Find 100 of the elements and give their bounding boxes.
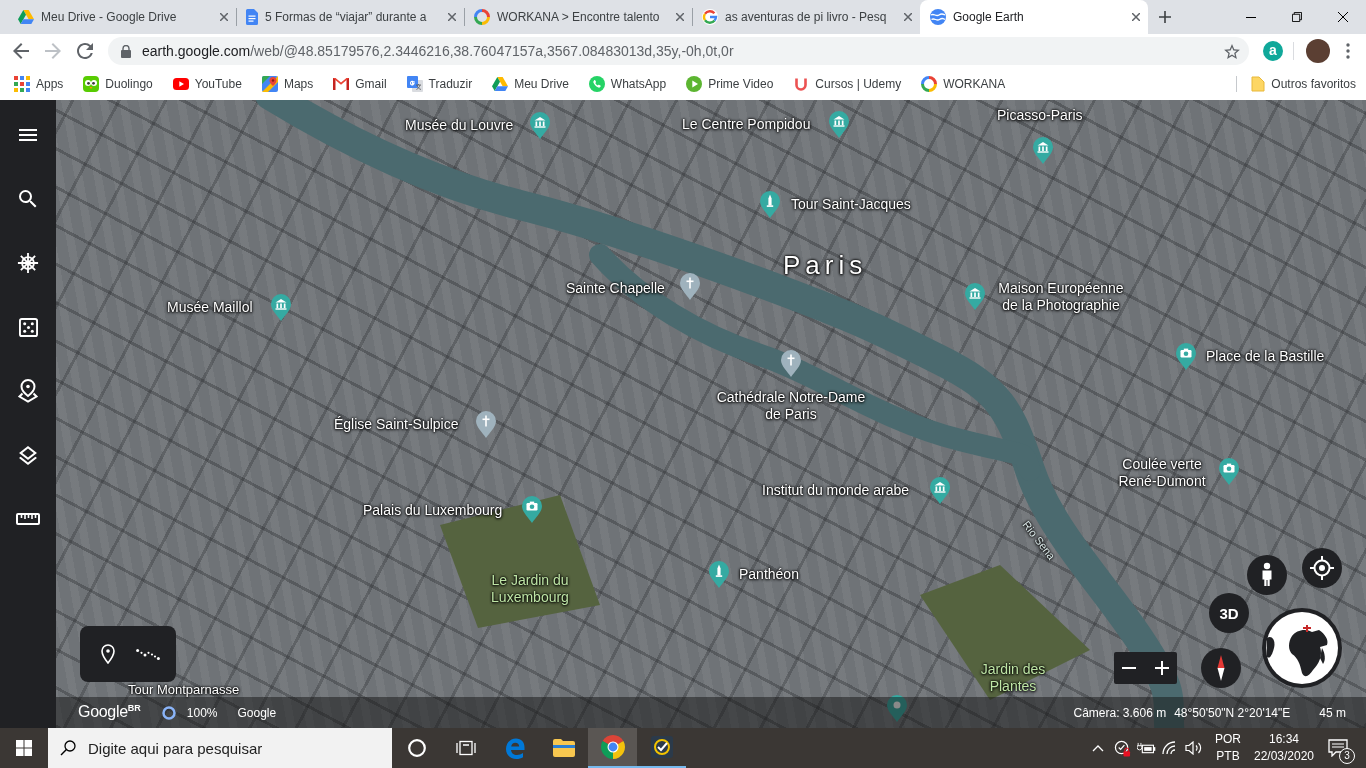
- restore-icon[interactable]: [1292, 12, 1302, 22]
- compass-icon[interactable]: [1201, 648, 1241, 688]
- museum-pin-icon[interactable]: [930, 477, 950, 504]
- data-provider-text[interactable]: Google: [237, 705, 277, 720]
- bookmark-link[interactable]: WhatsApp: [582, 70, 673, 98]
- tricolor-ball-icon[interactable]: [600, 735, 625, 759]
- progress-text: 100%: [186, 705, 218, 720]
- search-icon[interactable]: [19, 190, 37, 208]
- satellite-map-drawing[interactable]: [56, 100, 1366, 728]
- taskbar-search-field[interactable]: Digite aqui para pesquisar: [48, 728, 392, 768]
- menu-icon[interactable]: [19, 129, 37, 141]
- chevron-up-icon[interactable]: [1092, 744, 1104, 752]
- owl-icon: [83, 76, 100, 92]
- windows-logo-icon[interactable]: [16, 740, 32, 756]
- bookmark-link[interactable]: Cursos | Udemy: [787, 70, 908, 98]
- museum-pin-icon[interactable]: [271, 294, 291, 321]
- bookmark-link[interactable]: Prime Video: [680, 70, 780, 98]
- url-text[interactable]: earth.google.com/web/@48.85179576,2.3446216,38.76047157a,3567.08483013d,35y,-0h,0t,0r: [142, 43, 734, 59]
- bookmark-link[interactable]: Duolingo: [77, 70, 159, 98]
- play-circle-icon: [686, 76, 703, 92]
- globe-icon: [930, 9, 946, 25]
- museum-pin-icon[interactable]: [530, 112, 550, 139]
- cross-pin-icon[interactable]: [781, 350, 801, 377]
- triangle-logo-icon: [492, 77, 509, 91]
- camera-pin-icon[interactable]: [1219, 458, 1239, 485]
- reload-icon[interactable]: [77, 43, 93, 59]
- folder-icon: [1251, 76, 1266, 92]
- keyboard-layout-text[interactable]: PTB: [1216, 748, 1240, 765]
- battery-plug-icon[interactable]: [1136, 741, 1156, 755]
- task-view-icon[interactable]: [455, 740, 476, 756]
- path-icon[interactable]: [136, 648, 160, 660]
- more-menu-icon[interactable]: [1346, 43, 1350, 59]
- map-pin-icon[interactable]: [887, 695, 907, 722]
- app-grid-icon: [14, 76, 30, 92]
- camera-pin-icon[interactable]: [1176, 343, 1196, 370]
- browser-tab[interactable]: as aventuras de pi livro - Pesq: [692, 0, 920, 34]
- bookmark-link[interactable]: Gmail: [327, 70, 393, 98]
- browser-tab[interactable]: 5 Formas de “viajar” durante a: [236, 0, 464, 34]
- search-icon: [60, 740, 76, 756]
- wifi-icon[interactable]: [1162, 741, 1178, 755]
- museum-pin-icon[interactable]: [1033, 137, 1053, 164]
- place-label: Sainte Chapelle: [566, 280, 665, 297]
- check-badge-icon[interactable]: [650, 736, 673, 758]
- place-label: Le Centre Pompidou: [682, 116, 811, 133]
- obelisk-pin-icon[interactable]: [760, 191, 780, 218]
- place-label: Coulée verte René-Dumont: [1117, 456, 1207, 490]
- back-arrow-icon[interactable]: [13, 43, 29, 59]
- translate-icon: [406, 76, 423, 92]
- park-label: Jardin des Plantes: [979, 661, 1047, 695]
- bookmark-link[interactable]: Apps: [8, 70, 70, 98]
- cross-pin-icon[interactable]: [476, 411, 496, 438]
- bookmark-link[interactable]: YouTube: [166, 70, 248, 98]
- layers-icon[interactable]: [19, 445, 37, 465]
- close-icon[interactable]: [1132, 13, 1140, 21]
- minimize-icon[interactable]: [1246, 16, 1256, 18]
- globe-icon[interactable]: [1262, 608, 1342, 688]
- folder-icon[interactable]: [552, 739, 575, 757]
- place-label: Église Saint-Sulpice: [334, 416, 459, 433]
- clock-time[interactable]: 16:34: [1269, 731, 1299, 748]
- museum-pin-icon[interactable]: [829, 111, 849, 138]
- place-label: Tour Montparnasse: [128, 682, 240, 697]
- avatar-icon[interactable]: [1306, 39, 1330, 63]
- ship-wheel-icon[interactable]: [17, 252, 39, 274]
- close-icon[interactable]: [1338, 12, 1348, 22]
- color-ring-icon: [474, 9, 490, 25]
- browser-tab[interactable]: WORKANA > Encontre talento: [464, 0, 692, 34]
- plus-icon[interactable]: [1159, 11, 1171, 23]
- cross-pin-icon[interactable]: [680, 273, 700, 300]
- bookmark-folder[interactable]: Outros favoritos: [1245, 70, 1366, 98]
- bookmark-link[interactable]: Traduzir: [400, 70, 479, 98]
- zoom-in-icon[interactable]: [1155, 661, 1169, 675]
- speaker-icon[interactable]: [1185, 741, 1203, 755]
- obelisk-pin-icon[interactable]: [709, 561, 729, 588]
- circle-icon[interactable]: [407, 739, 426, 757]
- language-text[interactable]: POR: [1215, 731, 1241, 748]
- bookmark-link[interactable]: WORKANA: [915, 70, 1012, 98]
- placemark-icon[interactable]: [101, 644, 115, 664]
- notification-count: 3: [1339, 748, 1355, 764]
- notification-icon[interactable]: [1328, 739, 1348, 757]
- 3d-button[interactable]: 3D: [1209, 593, 1249, 633]
- star-icon[interactable]: [1224, 43, 1240, 59]
- person-icon[interactable]: [1247, 555, 1287, 595]
- browser-tab[interactable]: Google Earth: [920, 0, 1148, 34]
- camera-altitude-text: Câmera: 3.606 m: [1073, 705, 1167, 720]
- place-marker-icon[interactable]: [18, 379, 38, 403]
- address-bar[interactable]: earth.google.com/web/@48.85179576,2.3446216,38.76047157a,3567.08483013d,35y,-0h,0t,0r: [108, 37, 1249, 65]
- taskbar-app-button[interactable]: [588, 728, 637, 768]
- browser-logo-icon[interactable]: [503, 737, 526, 759]
- clock-date[interactable]: 22/03/2020: [1253, 748, 1315, 765]
- check-lock-icon[interactable]: [1113, 739, 1131, 757]
- ruler-icon[interactable]: [16, 513, 40, 525]
- lock-icon: [121, 44, 131, 58]
- place-label: Picasso-Paris: [997, 107, 1083, 124]
- camera-pin-icon[interactable]: [522, 496, 542, 523]
- dice-icon[interactable]: [18, 317, 38, 337]
- bookmark-link[interactable]: Meu Drive: [486, 70, 575, 98]
- crosshair-icon[interactable]: [1302, 548, 1342, 588]
- museum-pin-icon[interactable]: [965, 283, 985, 310]
- browser-tab[interactable]: Meu Drive - Google Drive: [8, 0, 236, 34]
- bookmark-link[interactable]: Maps: [255, 70, 320, 98]
